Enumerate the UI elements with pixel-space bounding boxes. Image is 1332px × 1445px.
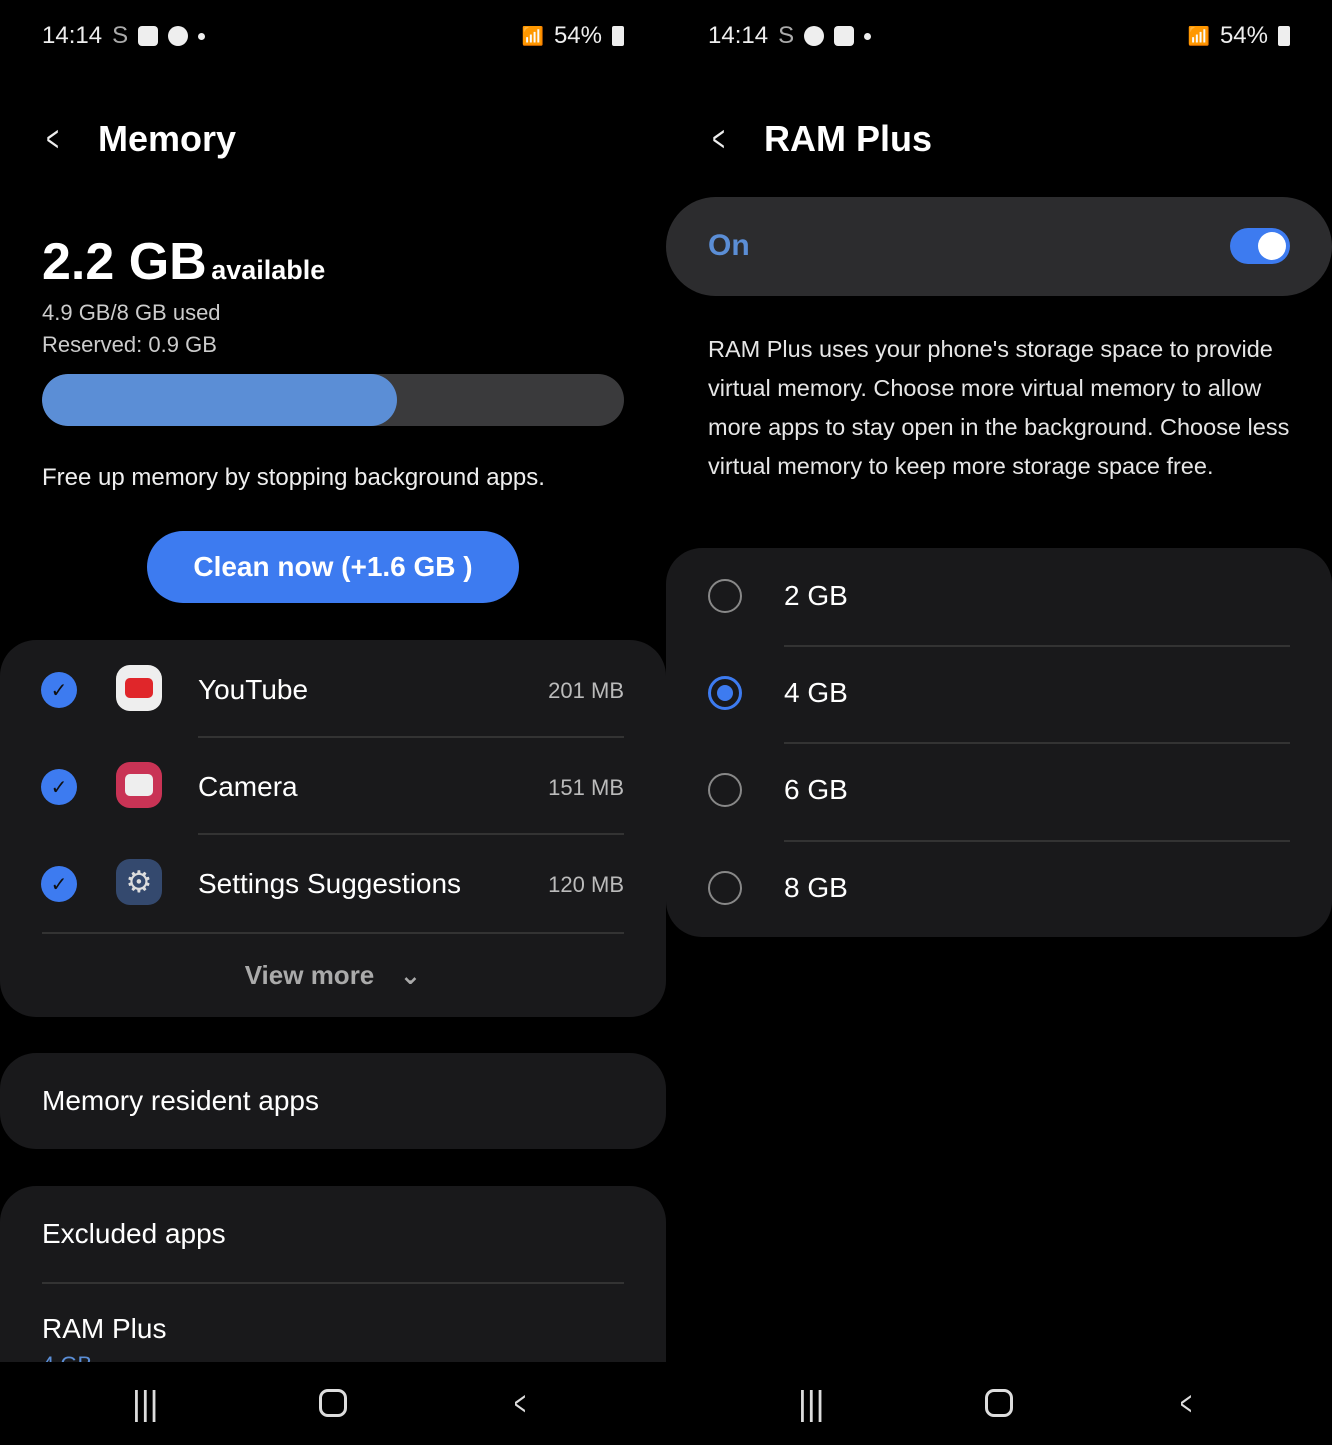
radio-button[interactable] [708,579,742,613]
home-button[interactable] [319,1389,347,1417]
option-label: 2 GB [784,580,848,611]
divider [42,1282,624,1284]
home-button[interactable] [985,1389,1013,1417]
size-options-card: 2 GB 4 GB 6 GB 8 GB [666,548,1332,937]
status-bar-left: 14:14 S [708,22,872,50]
description: RAM Plus uses your phone's storage space… [708,336,1290,479]
radio-button[interactable] [708,871,742,905]
back-nav-button[interactable]: < [1180,1385,1192,1424]
back-button[interactable]: < [46,118,59,160]
radio-button[interactable] [708,773,742,807]
view-more-label: View more [244,960,375,990]
samsung-pay-icon: S [778,22,795,49]
dot-icon [864,32,872,40]
ram-plus-toggle-row[interactable]: On [666,197,1332,296]
app-size: 151 MB [548,775,624,800]
ram-plus-toggle[interactable] [1230,228,1290,264]
youtube-icon [116,665,162,711]
clean-now-button[interactable]: Clean now (+1.6 GB ) [147,531,519,603]
divider [198,833,624,835]
status-bar-right: 📶 54% [1188,22,1290,50]
samsung-pay-icon: S [112,22,129,49]
option-8gb[interactable]: 8 GB [666,840,1332,937]
option-4gb[interactable]: 4 GB [666,645,1332,742]
back-button[interactable]: < [712,118,725,160]
hint-text: Free up memory by stopping background ap… [42,464,545,491]
battery-percent: 54% [1219,22,1268,49]
ram-plus-item[interactable]: RAM Plus [42,1313,166,1345]
toggle-label: On [708,229,750,262]
view-more-button[interactable]: View more ⌄ [0,960,666,991]
back-nav-button[interactable]: < [514,1385,526,1424]
divider [198,736,624,738]
memory-usage-fill [42,374,398,426]
available-value: 2.2 GB [42,233,207,291]
checkbox-settings-suggestions[interactable]: ✓ [41,866,77,902]
checkbox-youtube[interactable]: ✓ [41,672,77,708]
excluded-apps-item[interactable]: Excluded apps [42,1218,226,1250]
gallery-icon [834,26,855,46]
option-label: 4 GB [784,677,848,708]
facebook-icon [168,26,189,46]
battery-icon [612,26,624,46]
memory-screen: 14:14 S 📶 54% < Memory 2.2 GB available … [0,0,666,1445]
battery-icon [1278,26,1290,46]
recents-button[interactable]: ||| [132,1385,159,1424]
app-size: 120 MB [548,872,624,897]
clock: 14:14 [708,22,769,49]
app-size: 201 MB [548,678,624,703]
reserved-memory: Reserved: 0.9 GB [42,332,217,357]
option-label: 8 GB [784,872,848,903]
dot-icon [198,32,206,40]
wifi-icon: 📶 [1187,25,1210,46]
option-6gb[interactable]: 6 GB [666,742,1332,839]
option-2gb[interactable]: 2 GB [666,548,1332,645]
app-name: Camera [198,771,298,802]
status-bar-right: 📶 54% [522,22,624,50]
radio-button-selected[interactable] [708,676,742,710]
available-label: available [211,255,326,285]
available-memory: 2.2 GB available [42,232,325,292]
option-label: 6 GB [784,774,848,805]
status-bar-left: 14:14 S [42,22,206,50]
app-name: YouTube [198,674,309,705]
ram-plus-screen: 14:14 S 📶 54% < RAM Plus On RAM Plus use… [666,0,1332,1445]
recents-button[interactable]: ||| [798,1385,825,1424]
settings-icon: ⚙ [116,859,162,905]
used-memory: 4.9 GB/8 GB used [42,300,221,325]
chevron-down-icon: ⌄ [399,960,422,990]
page-title: Memory [98,118,237,159]
battery-percent: 54% [553,22,602,49]
gallery-icon [138,26,159,46]
apps-card: ✓ YouTube 201 MB ✓ Camera 151 MB ✓ ⚙ Set… [0,640,666,1017]
wifi-icon: 📶 [521,25,544,46]
clock: 14:14 [42,22,103,49]
camera-icon [116,762,162,808]
facebook-icon [804,26,825,46]
checkbox-camera[interactable]: ✓ [41,769,77,805]
divider [42,932,624,934]
page-title: RAM Plus [764,118,933,159]
app-name: Settings Suggestions [198,868,462,899]
item-label: Memory resident apps [42,1085,320,1116]
memory-resident-apps-item[interactable]: Memory resident apps [0,1053,666,1149]
memory-usage-bar [42,374,624,426]
